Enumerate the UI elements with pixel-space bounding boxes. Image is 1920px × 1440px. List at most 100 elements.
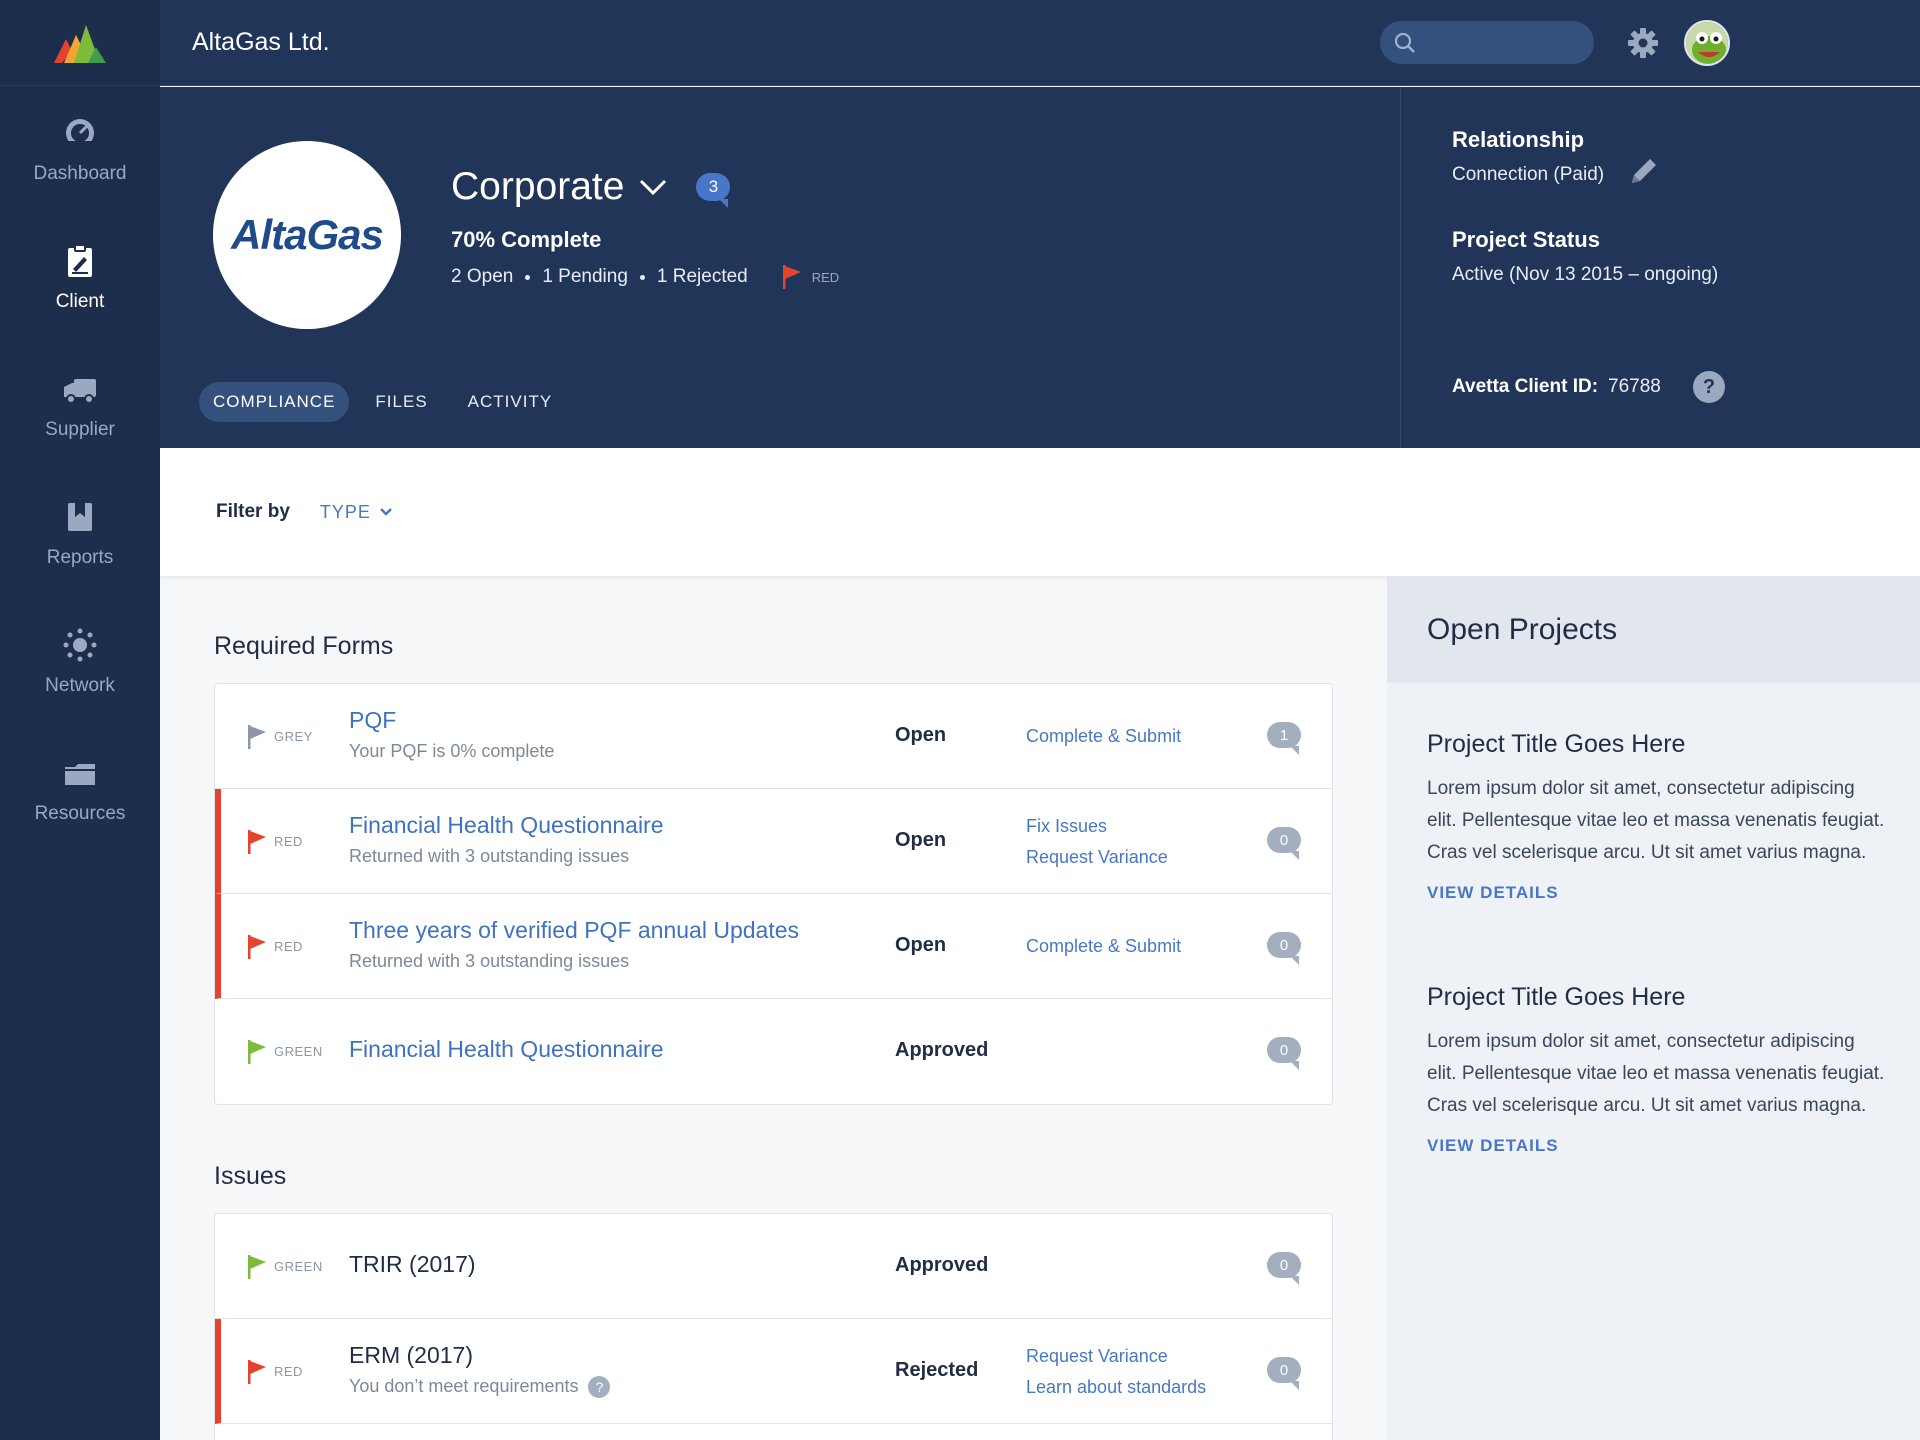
gauge-icon xyxy=(66,119,94,149)
table-row[interactable]: GREEN Financial Health Questionnaire App… xyxy=(215,999,1332,1104)
search-icon xyxy=(1394,32,1415,53)
sidebar-item-label: Client xyxy=(55,291,105,312)
form-status: Open xyxy=(895,724,947,746)
truck-icon xyxy=(64,379,96,404)
request-variance-link[interactable]: Request Variance xyxy=(1026,847,1168,868)
comment-count-badge[interactable]: 0 xyxy=(1267,1037,1301,1070)
chevron-down-icon xyxy=(380,508,392,516)
view-details-link[interactable]: VIEW DETAILS xyxy=(1427,883,1887,903)
table-row[interactable]: RED Three years of verified PQF annual U… xyxy=(215,894,1332,999)
client-logo-text: AltaGas xyxy=(231,211,384,258)
corporate-selector[interactable]: Corporate 3 xyxy=(451,165,731,209)
sidebar-item-label: Resources xyxy=(34,803,126,824)
issue-title[interactable]: ERM (2017) xyxy=(349,1342,473,1369)
sidebar: Dashboard Client Supplier Reports Networ… xyxy=(0,0,160,1440)
issue-status: Approved xyxy=(895,1254,989,1276)
view-details-link[interactable]: VIEW DETAILS xyxy=(1427,1136,1887,1156)
filter-type-label: TYPE xyxy=(319,501,371,522)
sidebar-item-label: Reports xyxy=(46,547,114,568)
comment-count-badge[interactable]: 3 xyxy=(696,173,731,208)
sidebar-item-label: Network xyxy=(45,675,115,696)
red-flag-icon xyxy=(248,935,266,959)
network-icon xyxy=(63,628,97,662)
comment-count-badge[interactable]: 0 xyxy=(1267,827,1301,860)
fix-issues-link[interactable]: Fix Issues xyxy=(1026,816,1168,837)
red-flag-icon xyxy=(782,265,801,289)
help-icon[interactable]: ? xyxy=(588,1376,611,1399)
flag-label: GREEN xyxy=(274,1044,323,1059)
sidebar-item-reports[interactable]: Reports xyxy=(0,470,160,598)
client-logo: AltaGas xyxy=(213,141,401,329)
form-title-link[interactable]: PQF xyxy=(349,707,396,734)
relationship-label: Relationship xyxy=(1452,127,1585,152)
sidebar-item-dashboard[interactable]: Dashboard xyxy=(0,86,160,214)
green-flag-icon xyxy=(248,1255,266,1279)
tab-compliance[interactable]: COMPLIANCE xyxy=(199,382,350,422)
row-actions: Request Variance Learn about standards xyxy=(1026,1319,1206,1424)
chevron-down-icon xyxy=(640,179,667,196)
edit-pencil-icon[interactable] xyxy=(1626,155,1660,189)
table-row[interactable]: GREY PQF Your PQF is 0% complete Open Co… xyxy=(215,684,1332,789)
table-row[interactable]: RED ERM (2017) You don’t meet requiremen… xyxy=(215,1319,1332,1424)
table-row[interactable]: RED Financial Health Questionnaire Retur… xyxy=(215,789,1332,894)
client-id-label: Avetta Client ID: xyxy=(1452,376,1599,397)
separator-dot xyxy=(525,274,531,280)
form-status: Open xyxy=(895,934,947,956)
tab-files[interactable]: FILES xyxy=(361,382,441,422)
project-card: Project Title Goes Here Lorem ipsum dolo… xyxy=(1427,983,1887,1156)
issues-list: GREEN TRIR (2017) Approved 0 RED ERM (20… xyxy=(214,1213,1333,1440)
flag-label: RED xyxy=(274,939,303,954)
rejected-count: 1 Rejected xyxy=(656,266,748,287)
project-status-label: Project Status xyxy=(1452,227,1600,252)
sidebar-item-client[interactable]: Client xyxy=(0,214,160,342)
tab-activity[interactable]: ACTIVITY xyxy=(454,382,567,422)
project-status-value: Active (Nov 13 2015 – ongoing) xyxy=(1452,264,1719,285)
row-actions: Fix Issues Request Variance xyxy=(1026,789,1168,894)
search-box[interactable] xyxy=(1380,21,1594,64)
help-icon[interactable]: ? xyxy=(1693,371,1725,403)
form-title-link[interactable]: Financial Health Questionnaire xyxy=(349,812,664,839)
form-title-link[interactable]: Financial Health Questionnaire xyxy=(349,1036,664,1063)
issue-status: Rejected xyxy=(895,1359,979,1381)
form-subtitle: Returned with 3 outstanding issues xyxy=(349,846,630,866)
project-card: Project Title Goes Here Lorem ipsum dolo… xyxy=(1427,730,1887,903)
filter-label: Filter by xyxy=(216,501,290,522)
form-title-link[interactable]: Three years of verified PQF annual Updat… xyxy=(349,917,799,944)
bookmark-icon xyxy=(68,503,92,531)
sidebar-item-resources[interactable]: Resources xyxy=(0,726,160,854)
issue-subtitle: You don’t meet requirements? xyxy=(349,1376,611,1399)
sidebar-item-network[interactable]: Network xyxy=(0,598,160,726)
comment-count-badge[interactable]: 0 xyxy=(1267,932,1301,965)
table-row[interactable]: GREEN TRIR (2017) Approved 0 xyxy=(215,1214,1332,1319)
open-projects-panel: Open Projects Project Title Goes Here Lo… xyxy=(1387,576,1920,1440)
user-avatar[interactable] xyxy=(1684,20,1730,66)
comment-count-badge[interactable]: 0 xyxy=(1267,1252,1301,1285)
project-title: Project Title Goes Here xyxy=(1427,730,1686,758)
filter-bar: Filter by TYPE xyxy=(160,448,1920,576)
flag-label: RED xyxy=(274,834,303,849)
comment-count-badge[interactable]: 1 xyxy=(1267,722,1301,755)
issue-title[interactable]: TRIR (2017) xyxy=(349,1251,476,1278)
request-variance-link[interactable]: Request Variance xyxy=(1026,1346,1206,1367)
pending-count: 1 Pending xyxy=(542,266,628,287)
row-actions: Complete & Submit xyxy=(1026,894,1181,999)
filter-type-dropdown[interactable]: TYPE xyxy=(320,502,393,523)
sidebar-item-supplier[interactable]: Supplier xyxy=(0,342,160,470)
issues-title: Issues xyxy=(214,1162,287,1190)
clipboard-icon xyxy=(68,244,92,277)
gear-icon[interactable] xyxy=(1626,26,1660,60)
learn-standards-link[interactable]: Learn about standards xyxy=(1026,1377,1206,1398)
app-logo[interactable] xyxy=(0,0,160,86)
green-flag-icon xyxy=(248,1040,266,1064)
app-logo-icon xyxy=(54,24,106,63)
page-title: Corporate xyxy=(451,165,625,208)
complete-submit-link[interactable]: Complete & Submit xyxy=(1026,936,1181,957)
complete-submit-link[interactable]: Complete & Submit xyxy=(1026,726,1181,747)
flag-label: GREY xyxy=(274,729,313,744)
red-flag-icon xyxy=(248,1360,266,1384)
tab-bar: COMPLIANCE FILES ACTIVITY xyxy=(199,382,566,422)
comment-count-badge[interactable]: 0 xyxy=(1267,1357,1301,1390)
project-title: Project Title Goes Here xyxy=(1427,983,1686,1011)
relationship-value: Connection (Paid) xyxy=(1452,164,1605,185)
search-input[interactable] xyxy=(1426,32,1576,53)
